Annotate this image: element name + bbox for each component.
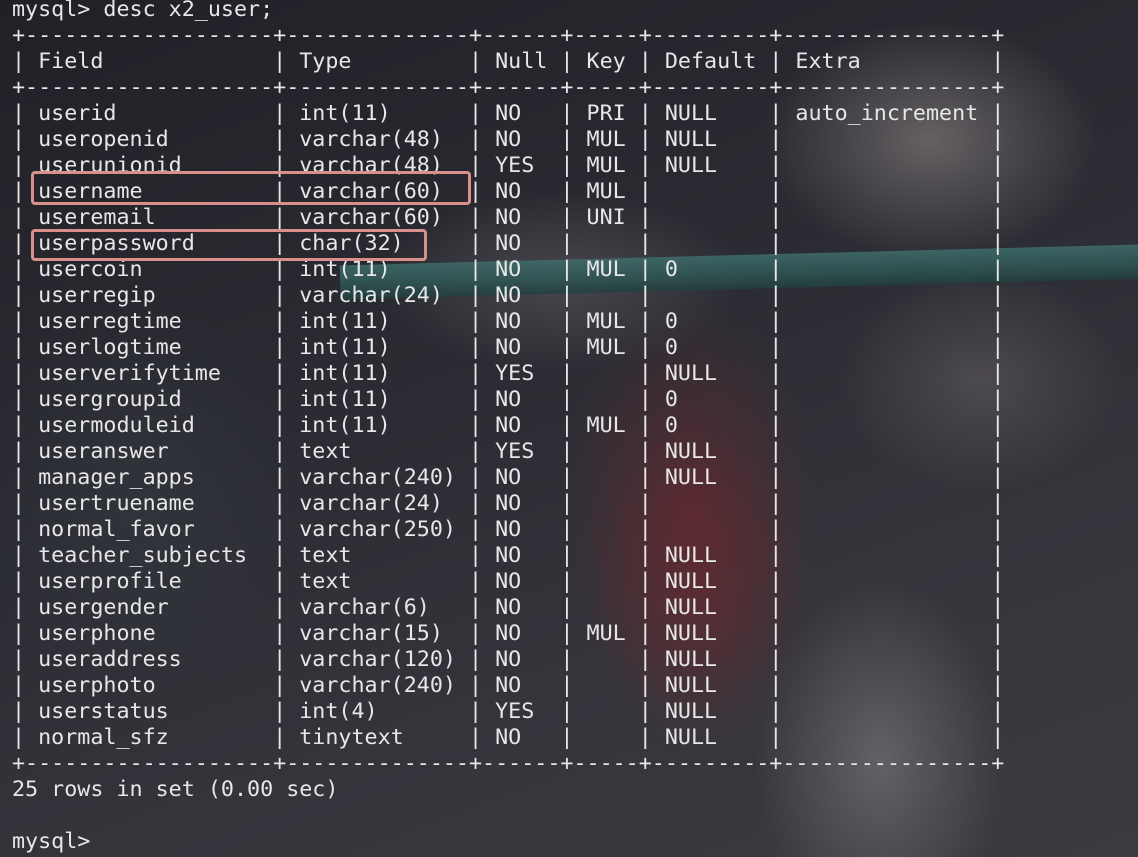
table-border-header: +-------------------+--------------+----… bbox=[12, 75, 1005, 100]
table-row: | userstatus | int(4) | YES | | NULL | | bbox=[12, 699, 1005, 724]
command-line: mysql> desc x2_user; bbox=[12, 0, 274, 22]
table-row: | userphone | varchar(15) | NO | MUL | N… bbox=[12, 621, 1005, 646]
table-row: | useropenid | varchar(48) | NO | MUL | … bbox=[12, 127, 1005, 152]
table-row: | userprofile | text | NO | | NULL | | bbox=[12, 569, 1005, 594]
table-row: | useraddress | varchar(120) | NO | | NU… bbox=[12, 647, 1005, 672]
table-row: | manager_apps | varchar(240) | NO | | N… bbox=[12, 465, 1005, 490]
table-row: | usergroupid | int(11) | NO | | 0 | | bbox=[12, 387, 1005, 412]
table-row: | userid | int(11) | NO | PRI | NULL | a… bbox=[12, 101, 1005, 126]
terminal-window[interactable]: mysql> desc x2_user; +------------------… bbox=[0, 0, 1138, 857]
table-row-username: | username | varchar(60) | NO | MUL | | … bbox=[12, 179, 1005, 204]
table-row: | userverifytime | int(11) | YES | | NUL… bbox=[12, 361, 1005, 386]
table-row: | normal_favor | varchar(250) | NO | | |… bbox=[12, 517, 1005, 542]
table-row: | userregtime | int(11) | NO | MUL | 0 |… bbox=[12, 309, 1005, 334]
prompt[interactable]: mysql> bbox=[12, 829, 90, 855]
table-row: | usermoduleid | int(11) | NO | MUL | 0 … bbox=[12, 413, 1005, 438]
table-header: | Field | Type | Null | Key | Default | … bbox=[12, 49, 1005, 74]
table-border-bottom: +-------------------+--------------+----… bbox=[12, 751, 1005, 776]
table-row: | teacher_subjects | text | NO | | NULL … bbox=[12, 543, 1005, 568]
table-row: | userlogtime | int(11) | NO | MUL | 0 |… bbox=[12, 335, 1005, 360]
table-border-top: +-------------------+--------------+----… bbox=[12, 23, 1005, 48]
table-row: | useranswer | text | YES | | NULL | | bbox=[12, 439, 1005, 464]
table-row: | userunionid | varchar(48) | YES | MUL … bbox=[12, 153, 1005, 178]
table-row: | usertruename | varchar(24) | NO | | | … bbox=[12, 491, 1005, 516]
table-row: | userphoto | varchar(240) | NO | | NULL… bbox=[12, 673, 1005, 698]
table-row: | usercoin | int(11) | NO | MUL | 0 | | bbox=[12, 257, 1005, 282]
result-summary: 25 rows in set (0.00 sec) bbox=[12, 777, 339, 802]
table-row-userpassword: | userpassword | char(32) | NO | | | | bbox=[12, 231, 1005, 256]
table-row: | userregip | varchar(24) | NO | | | | bbox=[12, 283, 1005, 308]
table-row: | useremail | varchar(60) | NO | UNI | |… bbox=[12, 205, 1005, 230]
table-row: | normal_sfz | tinytext | NO | | NULL | … bbox=[12, 725, 1005, 750]
table-row: | usergender | varchar(6) | NO | | NULL … bbox=[12, 595, 1005, 620]
